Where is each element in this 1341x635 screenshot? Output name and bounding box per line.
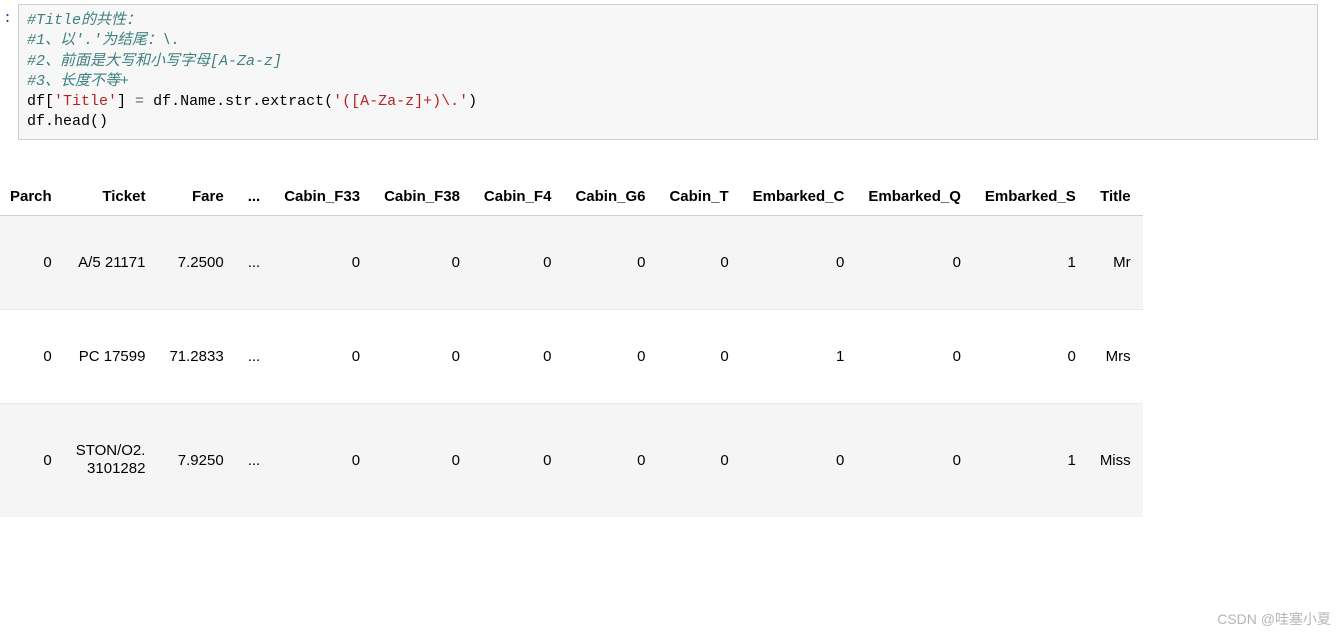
table-row: 0 STON/O2.3101282 7.9250 ... 0 0 0 0 0 0… <box>0 403 1143 517</box>
code-string-title: 'Title' <box>54 93 117 110</box>
cell-title: Mrs <box>1088 309 1143 403</box>
cell-embarked-q: 0 <box>856 309 973 403</box>
cell-ellipsis: ... <box>236 215 273 309</box>
cell-cabin-g6: 0 <box>563 403 657 517</box>
code-comment-1: #Title的共性： <box>27 12 141 29</box>
cell-cabin-f33: 0 <box>272 403 372 517</box>
code-line-5a: df[ <box>27 93 54 110</box>
cell-ellipsis: ... <box>236 403 273 517</box>
col-cabin-f4: Cabin_F4 <box>472 180 564 216</box>
dataframe-table: Parch Ticket Fare ... Cabin_F33 Cabin_F3… <box>0 180 1143 518</box>
cell-cabin-t: 0 <box>657 309 740 403</box>
cell-parch: 0 <box>0 309 64 403</box>
cell-cabin-f38: 0 <box>372 403 472 517</box>
cell-embarked-s: 1 <box>973 215 1088 309</box>
output-area: Parch Ticket Fare ... Cabin_F33 Cabin_F3… <box>0 180 1341 518</box>
code-string-regex: '([A-Za-z]+)\.' <box>333 93 468 110</box>
cell-embarked-q: 0 <box>856 215 973 309</box>
cell-ticket: PC 17599 <box>64 309 158 403</box>
col-cabin-f38: Cabin_F38 <box>372 180 472 216</box>
col-parch: Parch <box>0 180 64 216</box>
cell-fare: 7.9250 <box>157 403 235 517</box>
table-header-row: Parch Ticket Fare ... Cabin_F33 Cabin_F3… <box>0 180 1143 216</box>
code-comment-2: #1、以'.'为结尾：\. <box>27 32 180 49</box>
cell-parch: 0 <box>0 215 64 309</box>
col-cabin-t: Cabin_T <box>657 180 740 216</box>
cell-embarked-s: 0 <box>973 309 1088 403</box>
code-comment-3: #2、前面是大写和小写字母[A-Za-z] <box>27 53 282 70</box>
cell-ticket: STON/O2.3101282 <box>64 403 158 517</box>
col-embarked-s: Embarked_S <box>973 180 1088 216</box>
cell-cabin-f38: 0 <box>372 215 472 309</box>
cell-fare: 7.2500 <box>157 215 235 309</box>
col-ticket: Ticket <box>64 180 158 216</box>
code-line-5b: ] <box>117 93 135 110</box>
col-embarked-q: Embarked_Q <box>856 180 973 216</box>
cell-cabin-f38: 0 <box>372 309 472 403</box>
cell-embarked-c: 0 <box>741 403 857 517</box>
cell-embarked-c: 1 <box>741 309 857 403</box>
col-fare: Fare <box>157 180 235 216</box>
col-ellipsis: ... <box>236 180 273 216</box>
cell-cabin-t: 0 <box>657 403 740 517</box>
cell-cabin-f4: 0 <box>472 403 564 517</box>
cell-ellipsis: ... <box>236 309 273 403</box>
cell-ticket: A/5 21171 <box>64 215 158 309</box>
col-embarked-c: Embarked_C <box>741 180 857 216</box>
code-line-5d: ) <box>468 93 477 110</box>
code-line-5c: df.Name.str.extract( <box>144 93 333 110</box>
cell-cabin-g6: 0 <box>563 309 657 403</box>
table-row: 0 A/5 21171 7.2500 ... 0 0 0 0 0 0 0 1 M… <box>0 215 1143 309</box>
code-cell[interactable]: #Title的共性： #1、以'.'为结尾：\. #2、前面是大写和小写字母[A… <box>18 4 1318 140</box>
col-cabin-f33: Cabin_F33 <box>272 180 372 216</box>
cell-title: Mr <box>1088 215 1143 309</box>
code-eq: = <box>135 93 144 110</box>
col-title: Title <box>1088 180 1143 216</box>
watermark: CSDN @哇塞小夏 <box>1217 609 1331 629</box>
cell-fare: 71.2833 <box>157 309 235 403</box>
cell-cabin-f4: 0 <box>472 309 564 403</box>
cell-cabin-f4: 0 <box>472 215 564 309</box>
code-line-6: df.head() <box>27 113 108 130</box>
table-row: 0 PC 17599 71.2833 ... 0 0 0 0 0 1 0 0 M… <box>0 309 1143 403</box>
cell-cabin-t: 0 <box>657 215 740 309</box>
cell-embarked-s: 1 <box>973 403 1088 517</box>
input-prompt: : <box>0 10 12 27</box>
cell-embarked-q: 0 <box>856 403 973 517</box>
col-cabin-g6: Cabin_G6 <box>563 180 657 216</box>
cell-cabin-g6: 0 <box>563 215 657 309</box>
cell-cabin-f33: 0 <box>272 309 372 403</box>
code-comment-4: #3、长度不等+ <box>27 73 129 90</box>
cell-embarked-c: 0 <box>741 215 857 309</box>
cell-parch: 0 <box>0 403 64 517</box>
cell-title: Miss <box>1088 403 1143 517</box>
cell-cabin-f33: 0 <box>272 215 372 309</box>
